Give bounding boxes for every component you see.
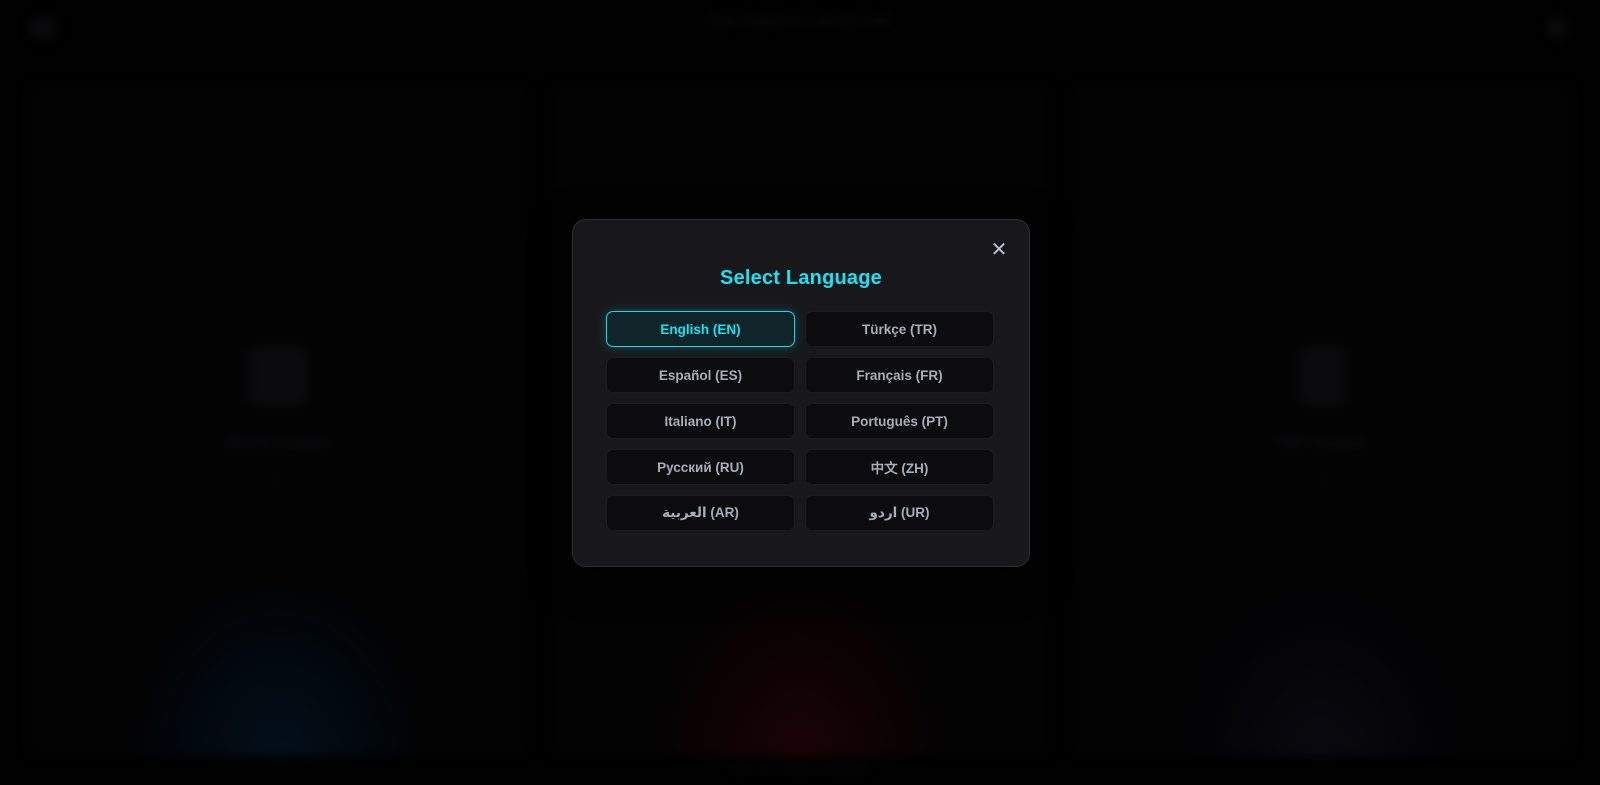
modal-title: Select Language xyxy=(720,267,882,289)
language-option-it[interactable]: Italiano (IT) xyxy=(606,403,795,439)
language-option-en[interactable]: English (EN) xyxy=(606,311,795,347)
language-option-ur[interactable]: اردو (UR) xyxy=(805,495,994,531)
language-option-ru[interactable]: Русский (RU) xyxy=(606,449,795,485)
language-option-fr[interactable]: Français (FR) xyxy=(805,357,994,393)
close-icon[interactable]: ✕ xyxy=(987,238,1011,262)
language-option-ar[interactable]: العربية (AR) xyxy=(606,495,795,531)
language-option-es[interactable]: Español (ES) xyxy=(606,357,795,393)
language-modal: ✕ Select Language English (EN) Türkçe (T… xyxy=(572,219,1030,567)
language-grid: English (EN) Türkçe (TR) Español (ES) Fr… xyxy=(606,311,996,531)
language-option-pt[interactable]: Português (PT) xyxy=(805,403,994,439)
language-option-tr[interactable]: Türkçe (TR) xyxy=(805,311,994,347)
language-option-zh[interactable]: 中文 (ZH) xyxy=(805,449,994,485)
page: MULTIMEDYA ARAÇLARI Resim Araçları PDF A… xyxy=(0,0,1600,785)
